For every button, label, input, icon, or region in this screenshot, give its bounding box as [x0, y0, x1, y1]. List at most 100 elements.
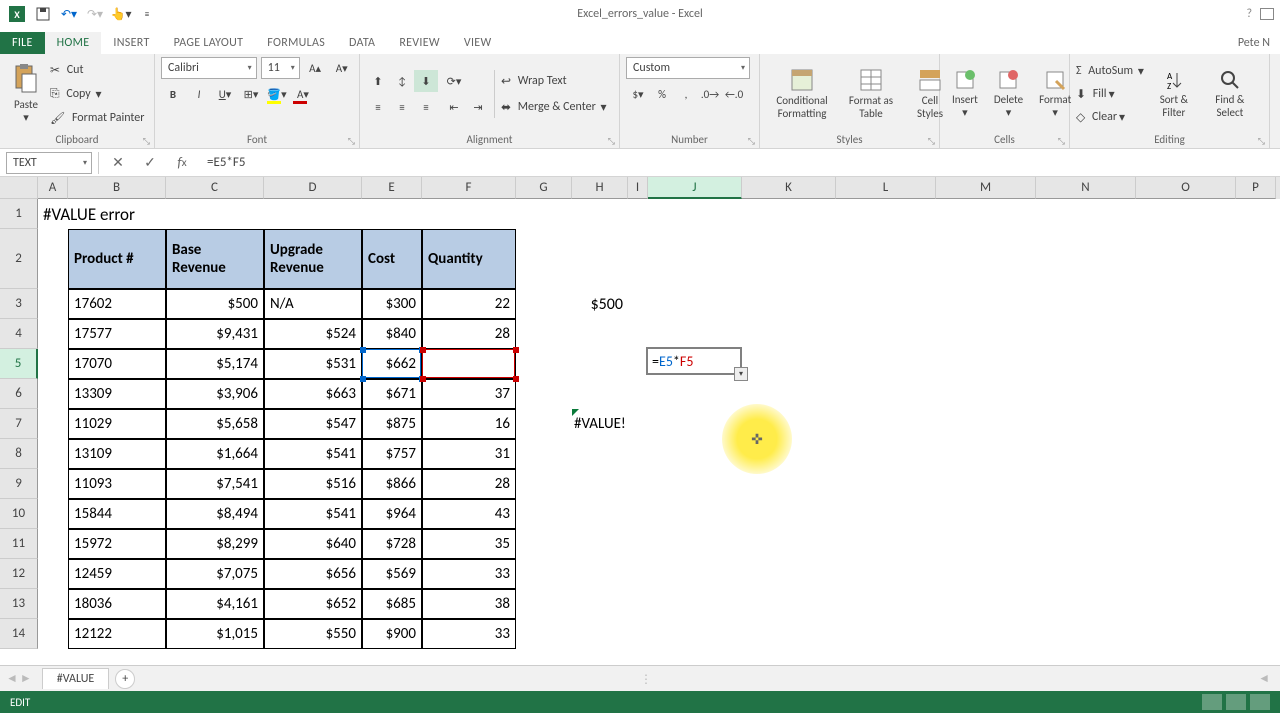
- excel-icon[interactable]: X: [6, 3, 28, 25]
- save-icon[interactable]: [32, 3, 54, 25]
- row-header-13[interactable]: 13: [0, 589, 38, 619]
- cell-E10[interactable]: $964: [362, 499, 422, 529]
- account-name[interactable]: Pete N: [1228, 32, 1280, 54]
- align-bottom-icon[interactable]: ⬇: [414, 70, 438, 92]
- cell-F8[interactable]: 31: [422, 439, 516, 469]
- fill-color-button[interactable]: 🪣▾: [265, 83, 289, 105]
- decrease-font-icon[interactable]: A▾: [330, 57, 353, 79]
- row-header-12[interactable]: 12: [0, 559, 38, 589]
- name-box[interactable]: TEXT: [6, 152, 92, 174]
- cell-F9[interactable]: 28: [422, 469, 516, 499]
- tab-home[interactable]: HOME: [45, 32, 102, 54]
- redo-icon[interactable]: ↷▾: [84, 3, 106, 25]
- formula-input[interactable]: =E5*F5: [201, 152, 1274, 174]
- wrap-text-button[interactable]: ↩ Wrap Text: [501, 70, 607, 92]
- add-sheet-button[interactable]: +: [115, 669, 135, 689]
- qat-customize-icon[interactable]: ≡: [136, 3, 158, 25]
- cell-D5[interactable]: $531: [264, 349, 362, 379]
- align-left-icon[interactable]: ≡: [366, 96, 390, 118]
- italic-button[interactable]: I: [187, 83, 211, 105]
- select-all-corner[interactable]: [0, 177, 38, 199]
- insert-cells-button[interactable]: Insert▾: [946, 67, 984, 121]
- paste-button[interactable]: Paste▾: [6, 62, 46, 126]
- cell-E8[interactable]: $757: [362, 439, 422, 469]
- enter-formula-icon[interactable]: ✓: [137, 152, 163, 174]
- cancel-formula-icon[interactable]: ✕: [105, 152, 131, 174]
- page-layout-view-icon[interactable]: [1226, 694, 1246, 710]
- decrease-decimal-icon[interactable]: ←.0: [722, 83, 746, 105]
- cell-B7[interactable]: 11029: [68, 409, 166, 439]
- find-select-button[interactable]: Find & Select: [1204, 67, 1256, 121]
- underline-button[interactable]: U▾: [213, 83, 237, 105]
- fx-icon[interactable]: fx: [169, 152, 195, 174]
- cell-C13[interactable]: $4,161: [166, 589, 264, 619]
- cell-F13[interactable]: 38: [422, 589, 516, 619]
- cell-D6[interactable]: $663: [264, 379, 362, 409]
- cell-D13[interactable]: $652: [264, 589, 362, 619]
- clear-button[interactable]: ◇ Clear▾: [1076, 106, 1144, 128]
- col-header-P[interactable]: P: [1236, 177, 1276, 199]
- cell-B11[interactable]: 15972: [68, 529, 166, 559]
- autosum-button[interactable]: Σ AutoSum ▾: [1076, 60, 1144, 82]
- decrease-indent-icon[interactable]: ⇤: [442, 96, 466, 118]
- cell-F12[interactable]: 33: [422, 559, 516, 589]
- font-name-combo[interactable]: Calibri: [161, 57, 257, 79]
- cell-B14[interactable]: 12122: [68, 619, 166, 649]
- cell-B9[interactable]: 11093: [68, 469, 166, 499]
- row-header-7[interactable]: 7: [0, 409, 38, 439]
- cell-E12[interactable]: $569: [362, 559, 422, 589]
- align-middle-icon[interactable]: ↕: [390, 70, 414, 92]
- orientation-icon[interactable]: ⟳▾: [442, 70, 466, 92]
- col-header-I[interactable]: I: [628, 177, 648, 199]
- border-button[interactable]: ⊞▾: [239, 83, 263, 105]
- editing-cell[interactable]: =E5*F5▾: [646, 347, 742, 375]
- cell-D10[interactable]: $541: [264, 499, 362, 529]
- merge-center-button[interactable]: ⬌ Merge & Center ▾: [501, 96, 607, 118]
- col-header-L[interactable]: L: [836, 177, 936, 199]
- cell-C3[interactable]: $500: [166, 289, 264, 319]
- col-header-O[interactable]: O: [1136, 177, 1236, 199]
- cell-F7[interactable]: 16: [422, 409, 516, 439]
- align-center-icon[interactable]: ≡: [390, 96, 414, 118]
- cell-B3[interactable]: 17602: [68, 289, 166, 319]
- row-header-5[interactable]: 5: [0, 349, 38, 379]
- increase-decimal-icon[interactable]: .0→: [698, 83, 722, 105]
- col-header-E[interactable]: E: [362, 177, 422, 199]
- cell-B12[interactable]: 12459: [68, 559, 166, 589]
- currency-icon[interactable]: $▾: [626, 83, 650, 105]
- row-header-10[interactable]: 10: [0, 499, 38, 529]
- cell-B2[interactable]: Product #: [68, 229, 166, 289]
- cell-B10[interactable]: 15844: [68, 499, 166, 529]
- cell-F10[interactable]: 43: [422, 499, 516, 529]
- tab-review[interactable]: REVIEW: [387, 32, 452, 54]
- cell-F6[interactable]: 37: [422, 379, 516, 409]
- cell-D11[interactable]: $640: [264, 529, 362, 559]
- touch-icon[interactable]: 👆▾: [110, 3, 132, 25]
- col-header-M[interactable]: M: [936, 177, 1036, 199]
- undo-icon[interactable]: ↶▾: [58, 3, 80, 25]
- tab-nav-next-icon[interactable]: ►: [20, 671, 32, 686]
- cell-D2[interactable]: Upgrade Revenue: [264, 229, 362, 289]
- col-header-D[interactable]: D: [264, 177, 362, 199]
- cell-B13[interactable]: 18036: [68, 589, 166, 619]
- tab-insert[interactable]: INSERT: [101, 32, 161, 54]
- row-header-2[interactable]: 2: [0, 229, 38, 289]
- tab-formulas[interactable]: FORMULAS: [255, 32, 337, 54]
- cell-C9[interactable]: $7,541: [166, 469, 264, 499]
- cell-E3[interactable]: $300: [362, 289, 422, 319]
- increase-indent-icon[interactable]: ⇥: [466, 96, 490, 118]
- font-size-combo[interactable]: 11: [261, 57, 300, 79]
- col-header-H[interactable]: H: [572, 177, 628, 199]
- cell-B6[interactable]: 13309: [68, 379, 166, 409]
- cell-D3[interactable]: N/A: [264, 289, 362, 319]
- format-as-table-button[interactable]: Format as Table: [842, 66, 900, 122]
- cell-C12[interactable]: $7,075: [166, 559, 264, 589]
- row-header-4[interactable]: 4: [0, 319, 38, 349]
- cell-H7[interactable]: #VALUE!: [572, 409, 628, 439]
- col-header-B[interactable]: B: [68, 177, 166, 199]
- cell-C2[interactable]: Base Revenue: [166, 229, 264, 289]
- cell-C6[interactable]: $3,906: [166, 379, 264, 409]
- col-header-K[interactable]: K: [742, 177, 836, 199]
- cell-E9[interactable]: $866: [362, 469, 422, 499]
- sort-filter-button[interactable]: AZSort & Filter: [1148, 67, 1200, 121]
